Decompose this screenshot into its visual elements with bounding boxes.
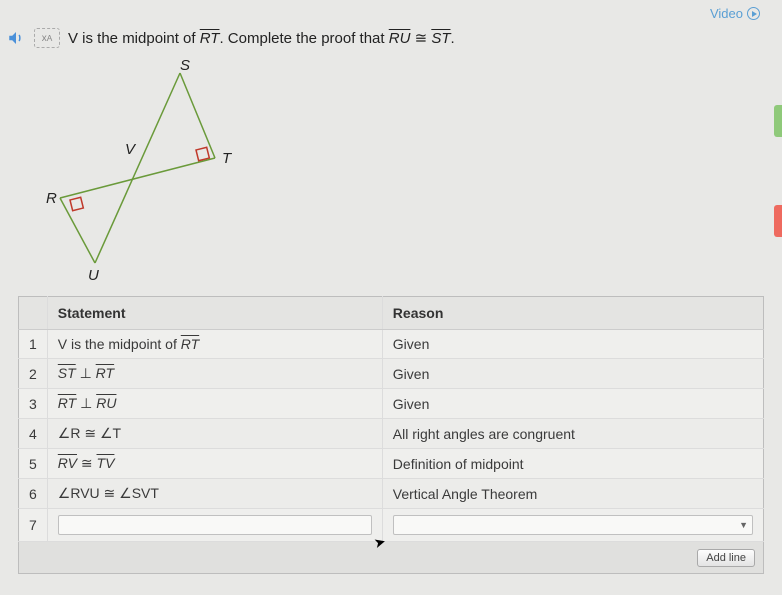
header-reason: Reason <box>382 297 763 330</box>
prompt-part1: V is the midpoint of <box>68 30 200 47</box>
proof-table-area: Statement Reason 1 V is the midpoint of … <box>18 296 764 574</box>
statement-cell[interactable]: RT ⊥ RU <box>47 389 382 419</box>
prompt-text: V is the midpoint of RT. Complete the pr… <box>68 29 455 47</box>
table-row: 4 ∠R ≅ ∠T All right angles are congruent <box>19 419 764 449</box>
reason-cell[interactable]: Given <box>382 330 763 359</box>
reason-cell[interactable]: Definition of midpoint <box>382 449 763 479</box>
row-num: 1 <box>19 330 48 359</box>
prompt-row: xA V is the midpoint of RT. Complete the… <box>0 0 782 48</box>
row-num: 2 <box>19 359 48 389</box>
table-row: 7 ▼ <box>19 509 764 542</box>
label-u: U <box>88 267 99 283</box>
table-row: 1 V is the midpoint of RT Given <box>19 330 764 359</box>
video-label: Video <box>710 6 743 21</box>
add-line-button[interactable]: Add line <box>697 549 755 567</box>
statement-cell[interactable]: V is the midpoint of RT <box>47 330 382 359</box>
play-icon <box>747 7 760 20</box>
label-r: R <box>46 190 57 207</box>
row-num: 6 <box>19 479 48 509</box>
reason-cell: ▼ <box>382 509 763 542</box>
reason-cell[interactable]: Given <box>382 389 763 419</box>
statement-cell <box>47 509 382 542</box>
reason-cell[interactable]: Vertical Angle Theorem <box>382 479 763 509</box>
side-tab-green[interactable] <box>774 105 782 137</box>
video-link[interactable]: Video <box>710 6 760 21</box>
table-row: 6 ∠RVU ≅ ∠SVT Vertical Angle Theorem <box>19 479 764 509</box>
statement-cell[interactable]: ∠R ≅ ∠T <box>47 419 382 449</box>
congruent-symbol: ≅ <box>410 30 431 47</box>
table-row: 5 RV ≅ TV Definition of midpoint <box>19 449 764 479</box>
row-num: 5 <box>19 449 48 479</box>
prompt-part2: . Complete the proof that <box>219 30 388 47</box>
side-tab-red[interactable] <box>774 205 782 237</box>
table-footer: Add line <box>18 542 764 574</box>
reason-cell[interactable]: All right angles are congruent <box>382 419 763 449</box>
statement-cell[interactable]: RV ≅ TV <box>47 449 382 479</box>
label-v: V <box>125 141 137 158</box>
reason-cell[interactable]: Given <box>382 359 763 389</box>
chevron-down-icon: ▼ <box>739 520 748 530</box>
row-num: 4 <box>19 419 48 449</box>
segment-st: ST <box>431 30 450 47</box>
header-blank <box>19 297 48 330</box>
speaker-icon[interactable] <box>6 28 26 48</box>
table-row: 2 ST ⊥ RT Given <box>19 359 764 389</box>
label-t: T <box>222 150 233 167</box>
header-statement: Statement <box>47 297 382 330</box>
geometry-diagram: S T V R U <box>40 58 782 286</box>
label-s: S <box>180 58 190 74</box>
statement-cell[interactable]: ∠RVU ≅ ∠SVT <box>47 479 382 509</box>
prompt-part3: . <box>450 30 454 47</box>
row-num: 7 <box>19 509 48 542</box>
statement-input[interactable] <box>58 515 372 535</box>
row-num: 3 <box>19 389 48 419</box>
reason-select[interactable]: ▼ <box>393 515 753 535</box>
explain-icon[interactable]: xA <box>34 28 60 48</box>
segment-ru: RU <box>389 30 411 47</box>
segment-rt: RT <box>200 30 220 47</box>
proof-table: Statement Reason 1 V is the midpoint of … <box>18 296 764 542</box>
statement-cell[interactable]: ST ⊥ RT <box>47 359 382 389</box>
table-row: 3 RT ⊥ RU Given <box>19 389 764 419</box>
